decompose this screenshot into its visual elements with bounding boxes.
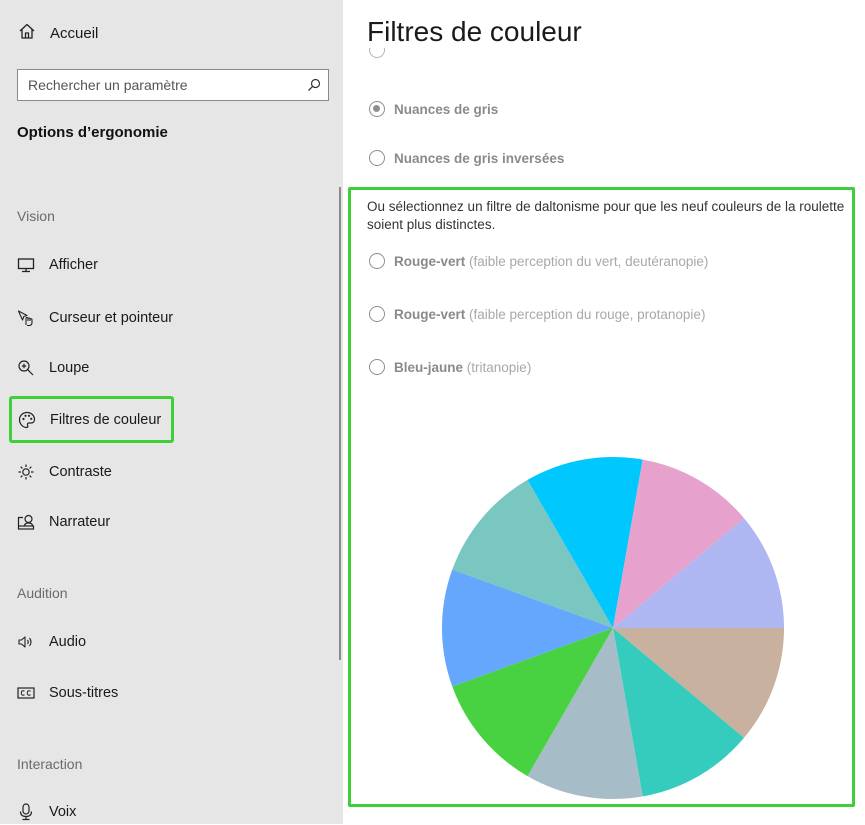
- radio-bleu-jaune-tritanopie[interactable]: Bleu-jaune (tritanopie): [369, 359, 531, 375]
- nav-item-label: Loupe: [49, 360, 90, 376]
- radio-label: Nuances de gris: [394, 101, 499, 117]
- radio-nuances-de-gris[interactable]: Nuances de gris: [369, 101, 498, 117]
- nav-item-label: Voix: [49, 804, 77, 820]
- nav-item-label: Filtres de couleur: [50, 411, 162, 428]
- radio-indicator[interactable]: [369, 359, 385, 375]
- group-label-interaction: Interaction: [17, 756, 83, 772]
- magnifier-icon: [17, 359, 35, 377]
- nav-item-label: Narrateur: [49, 514, 111, 530]
- nav-item-narrateur[interactable]: Narrateur: [17, 509, 110, 535]
- nav-item-audio[interactable]: Audio: [17, 629, 86, 655]
- radio-nuances-de-gris-inversees[interactable]: Nuances de gris inversées: [369, 150, 564, 166]
- radio-indicator-checked[interactable]: [369, 101, 385, 117]
- radio-sublabel: (faible perception du rouge, protanopie): [469, 306, 706, 322]
- group-label-audition: Audition: [17, 585, 68, 601]
- color-wheel: [442, 457, 784, 799]
- speaker-icon: [17, 633, 35, 651]
- colorblind-description: Ou sélectionnez un filtre de daltonisme …: [367, 199, 845, 232]
- radio-label: Rouge-vert: [394, 253, 466, 269]
- radio-indicator[interactable]: [369, 253, 385, 269]
- group-label-vision: Vision: [17, 208, 55, 224]
- nav-item-label: Audio: [49, 634, 87, 650]
- nav-item-afficher[interactable]: Afficher: [17, 252, 98, 278]
- search-box[interactable]: [17, 69, 329, 101]
- microphone-icon: [17, 803, 35, 821]
- nav-item-sous-titres[interactable]: Sous-titres: [17, 680, 118, 706]
- section-title: Options d’ergonomie: [17, 124, 168, 141]
- home-label: Accueil: [50, 24, 99, 42]
- cc-icon: [17, 684, 35, 702]
- search-input[interactable]: [18, 70, 300, 100]
- narrator-icon: [17, 513, 35, 531]
- nav-item-filtres-de-couleur[interactable]: Filtres de couleur: [9, 396, 175, 443]
- nav-item-contraste[interactable]: Contraste: [17, 459, 112, 485]
- radio-sublabel: (tritanopie): [466, 359, 532, 375]
- radio-label: Bleu-jaune: [394, 359, 464, 375]
- partial-radio-button[interactable]: [369, 48, 385, 62]
- radio-indicator[interactable]: [369, 150, 385, 166]
- sun-icon: [17, 463, 35, 481]
- page-title: Filtres de couleur: [367, 16, 582, 47]
- radio-indicator[interactable]: [369, 306, 385, 322]
- nav-item-label: Curseur et pointeur: [49, 310, 174, 326]
- nav-item-curseur[interactable]: Curseur et pointeur: [17, 305, 173, 331]
- radio-rouge-vert-protanopie[interactable]: Rouge-vert (faible perception du rouge, …: [369, 306, 705, 322]
- sidebar: Accueil Options d’ergonomie Vision Affic…: [0, 0, 343, 824]
- home-icon: [18, 22, 36, 44]
- radio-sublabel: (faible perception du vert, deutéranopie…: [469, 253, 709, 269]
- nav-item-label: Afficher: [49, 257, 98, 273]
- radio-rouge-vert-deuteranopie[interactable]: Rouge-vert (faible perception du vert, d…: [369, 253, 708, 269]
- palette-icon: [18, 411, 36, 429]
- home-link[interactable]: Accueil: [18, 22, 98, 44]
- pointer-icon: [17, 309, 35, 327]
- nav-item-label: Contraste: [49, 464, 112, 480]
- sidebar-scrollbar[interactable]: [339, 187, 341, 660]
- search-icon[interactable]: [300, 78, 328, 92]
- nav-item-loupe[interactable]: Loupe: [17, 355, 89, 381]
- nav-item-label: Sous-titres: [49, 685, 119, 701]
- monitor-icon: [17, 256, 35, 274]
- radio-label: Nuances de gris inversées: [394, 150, 565, 166]
- radio-label: Rouge-vert: [394, 306, 466, 322]
- nav-item-voix[interactable]: Voix: [17, 799, 76, 825]
